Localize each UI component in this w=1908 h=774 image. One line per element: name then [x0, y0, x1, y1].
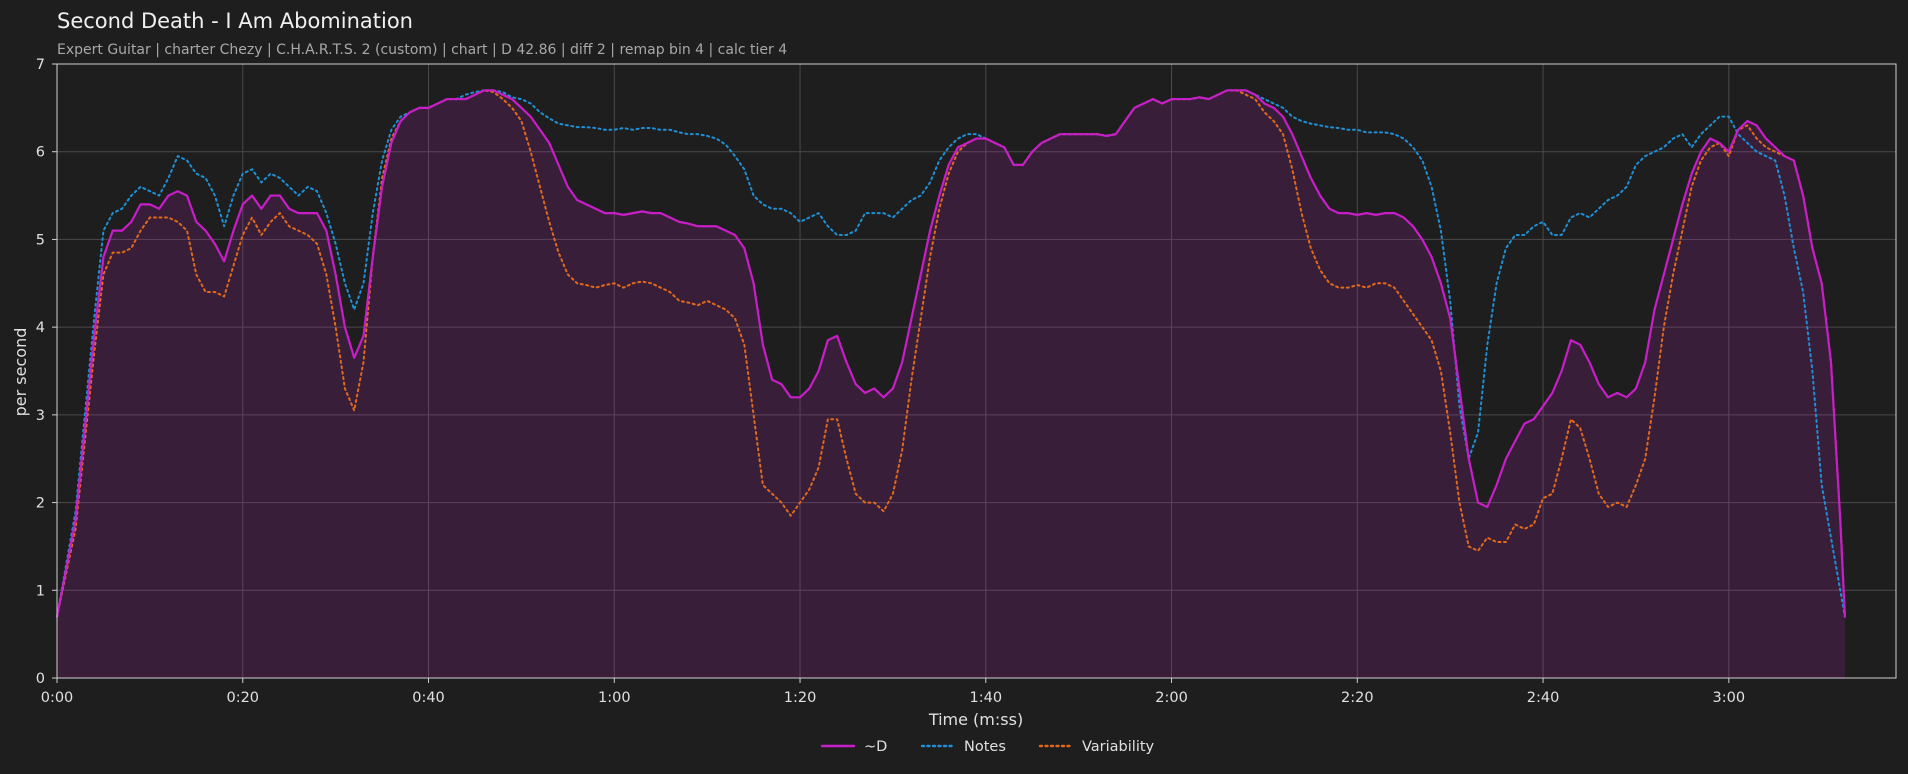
- x-tick-label: 3:00: [1713, 690, 1746, 706]
- chart-title: Second Death - I Am Abomination: [57, 9, 413, 33]
- legend-label-2: Variability: [1082, 739, 1155, 755]
- y-tick-label: 0: [36, 671, 45, 687]
- y-tick-label: 7: [36, 57, 45, 73]
- x-tick-label: 1:20: [784, 690, 817, 706]
- y-tick-label: 6: [36, 145, 45, 161]
- x-axis-label: Time (m:ss): [928, 710, 1023, 729]
- x-tick-label: 1:40: [970, 690, 1003, 706]
- y-tick-label: 4: [36, 320, 45, 336]
- x-tick-label: 1:00: [598, 690, 631, 706]
- y-tick-label: 5: [36, 232, 45, 248]
- y-axis: 0 1 2 3 4 5 6 7: [36, 57, 57, 687]
- x-tick-label: 2:20: [1341, 690, 1374, 706]
- x-tick-label: 0:20: [226, 690, 259, 706]
- plot-area: [55, 63, 1897, 679]
- x-tick-label: 0:40: [412, 690, 445, 706]
- series-area-0: [57, 90, 1845, 679]
- legend-label-0: ~D: [864, 739, 887, 755]
- x-axis: 0:00 0:20 0:40 1:00 1:20 1:40 2:00 2:20 2:40 3:00: [41, 678, 1745, 706]
- y-tick-label: 3: [36, 408, 45, 424]
- legend-label-1: Notes: [964, 739, 1006, 755]
- legend: ~D Notes Variability: [820, 739, 1155, 755]
- y-tick-label: 2: [36, 496, 45, 512]
- x-tick-label: 2:00: [1155, 690, 1188, 706]
- x-tick-label: 0:00: [41, 690, 74, 706]
- chart-figure: Second Death - I Am Abomination Expert G…: [11, 9, 1897, 755]
- y-tick-label: 1: [36, 583, 45, 599]
- chart-subtitle: Expert Guitar | charter Chezy | C.H.A.R.…: [57, 42, 787, 58]
- x-tick-label: 2:40: [1527, 690, 1560, 706]
- y-axis-label: per second: [11, 328, 30, 417]
- series-layer: [55, 89, 1847, 679]
